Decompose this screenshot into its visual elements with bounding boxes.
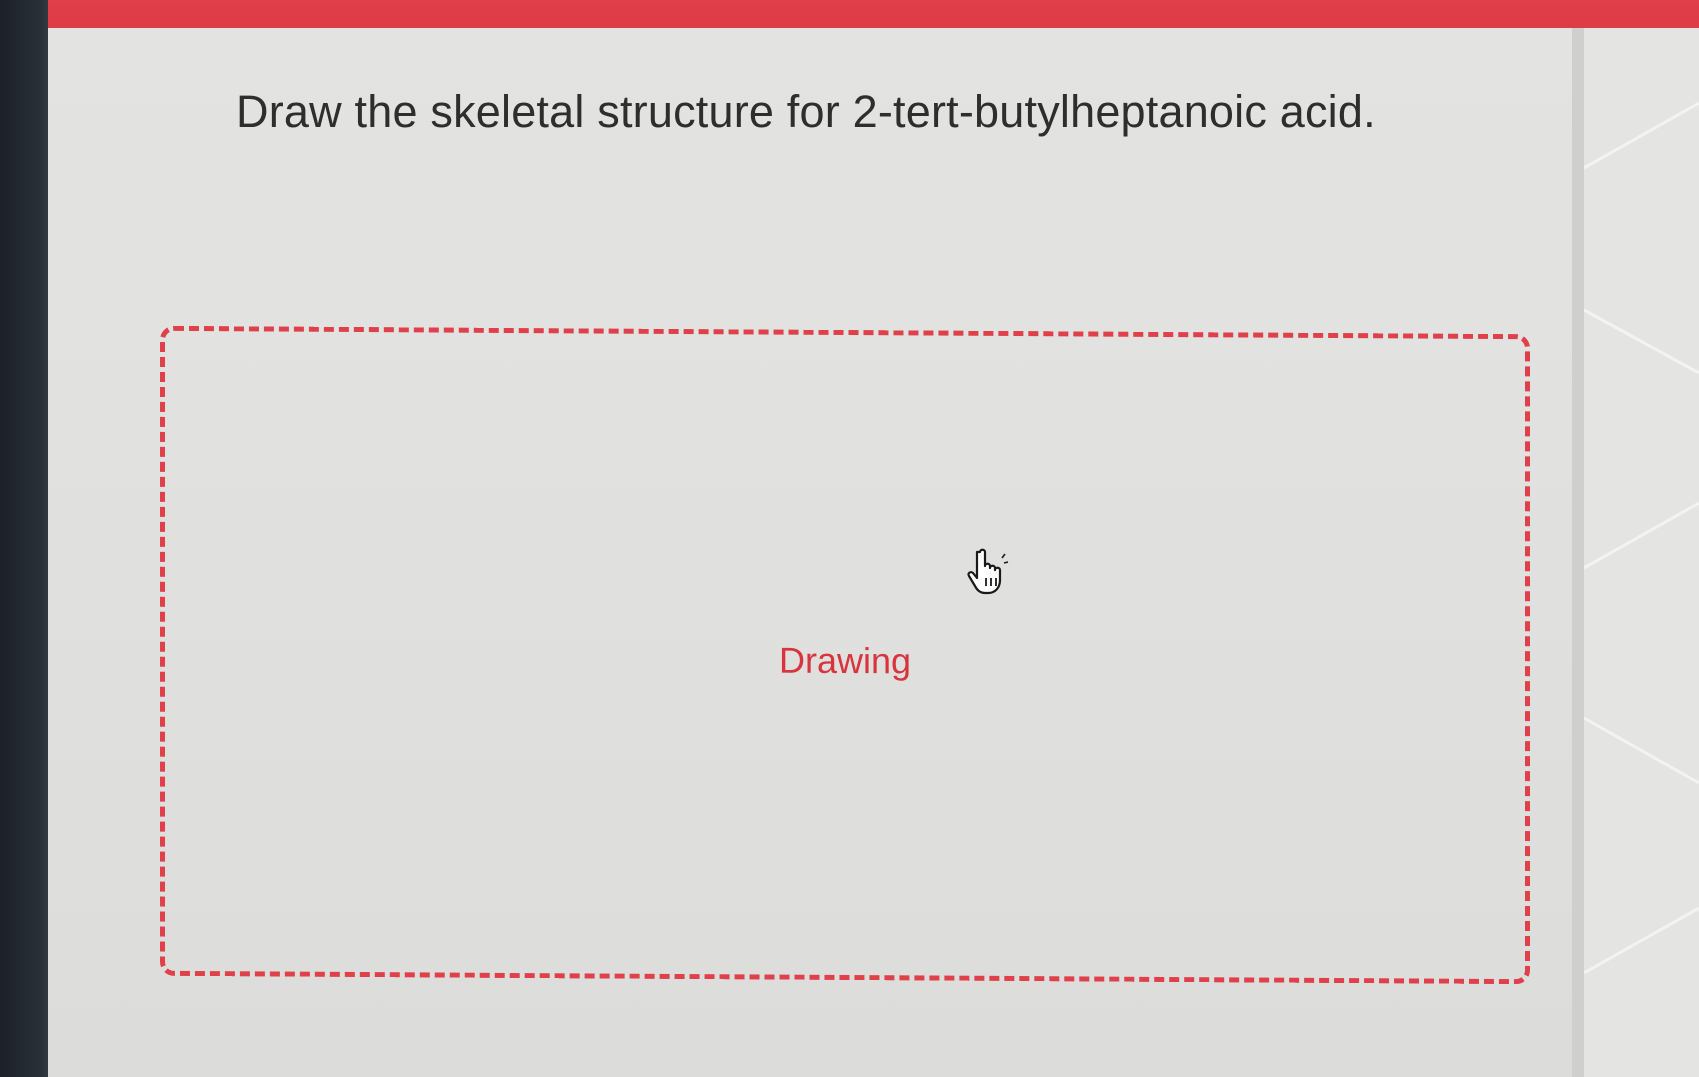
drawing-canvas[interactable]: Drawing [160, 325, 1530, 985]
drawing-label: Drawing [778, 639, 912, 682]
panel-divider [1572, 28, 1584, 1077]
question-panel: Draw the skeletal structure for 2-tert-b… [48, 28, 1575, 1077]
hexagon-pattern [1584, 101, 1699, 975]
screen: Draw the skeletal structure for 2-tert-b… [0, 0, 1699, 1077]
header-bar [48, 0, 1699, 30]
right-panel [1584, 28, 1699, 1077]
question-text: Draw the skeletal structure for 2-tert-b… [236, 86, 1376, 137]
hand-pointer-icon [967, 548, 1009, 595]
left-bezel [0, 0, 52, 1077]
